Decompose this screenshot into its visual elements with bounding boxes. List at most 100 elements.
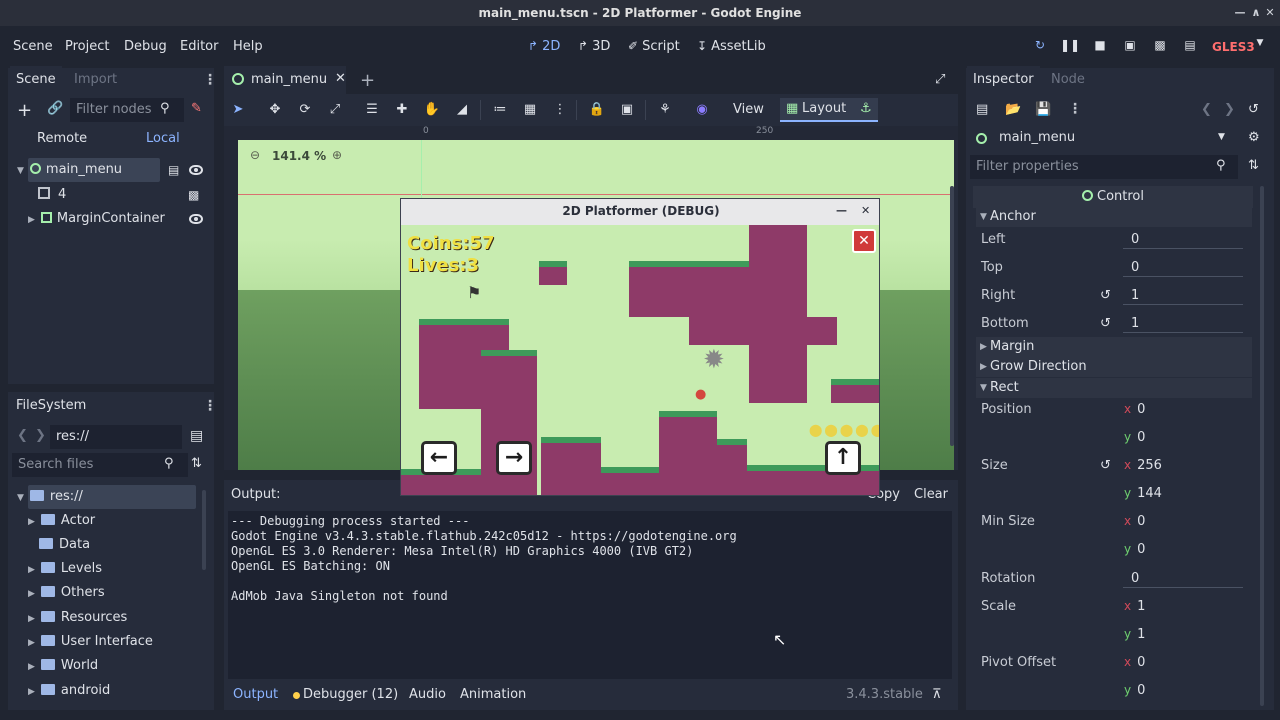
menu-scene[interactable]: Scene bbox=[13, 39, 53, 54]
expand-icon[interactable]: ▶ bbox=[28, 614, 35, 624]
back-icon[interactable]: ❮ bbox=[17, 428, 28, 443]
play-custom-icon[interactable]: ▩ bbox=[1150, 38, 1170, 56]
forward-icon[interactable]: ❯ bbox=[35, 428, 46, 443]
history-icon[interactable]: ↺ bbox=[1248, 102, 1259, 117]
zoom-level[interactable]: 141.4 % bbox=[272, 149, 326, 163]
tab-node[interactable]: Node bbox=[1045, 66, 1091, 94]
min-size-y-value[interactable]: y0 bbox=[1124, 542, 1145, 557]
expand-icon[interactable]: ▶ bbox=[28, 565, 35, 575]
lock-icon[interactable]: 🔒 bbox=[587, 100, 607, 120]
close-icon[interactable]: ✕ bbox=[335, 71, 346, 86]
expand-icon[interactable]: ▶ bbox=[28, 687, 35, 697]
clear-button[interactable]: Clear bbox=[914, 487, 948, 502]
game-debug-window[interactable]: 2D Platformer (DEBUG) — ✕ ⚑ ✹ ● ⬤⬤⬤⬤⬤ Co… bbox=[400, 198, 880, 496]
pivot-x-value[interactable]: x0 bbox=[1124, 655, 1145, 670]
add-tab-icon[interactable]: + bbox=[360, 70, 375, 91]
position-y-value[interactable]: y0 bbox=[1124, 430, 1145, 445]
tab-inspector[interactable]: Inspector bbox=[967, 66, 1040, 94]
section-grow-direction[interactable]: ▶ Grow Direction bbox=[976, 357, 1252, 377]
workspace-script-button[interactable]: ✐ Script bbox=[628, 39, 680, 54]
folder-user-interface[interactable]: ▶ User Interface bbox=[28, 630, 153, 654]
smart-snap-icon[interactable]: ≔ bbox=[490, 100, 510, 120]
split-view-icon[interactable]: ▤ bbox=[190, 428, 203, 444]
fullscreen-icon[interactable]: ⤢ bbox=[935, 72, 945, 87]
pan-tool-icon[interactable]: ✋ bbox=[422, 100, 442, 120]
visibility-icon[interactable] bbox=[189, 214, 203, 224]
dock-menu-icon[interactable]: ⋮ bbox=[203, 398, 217, 414]
workspace-3d-button[interactable]: ↱ 3D bbox=[578, 39, 610, 54]
folder-levels[interactable]: ▶ Levels bbox=[28, 557, 102, 581]
rotate-tool-icon[interactable]: ⟳ bbox=[295, 100, 315, 120]
node-main-menu[interactable]: ▼ main_menu bbox=[17, 158, 122, 182]
stop-icon[interactable]: ■ bbox=[1090, 38, 1110, 56]
expand-icon[interactable]: ▶ bbox=[28, 589, 35, 599]
sort-icon[interactable]: ⇅ bbox=[191, 456, 202, 471]
menu-debug[interactable]: Debug bbox=[124, 39, 167, 54]
open-folder-icon[interactable]: 📂 bbox=[1005, 102, 1021, 117]
scrollbar[interactable] bbox=[1260, 186, 1264, 706]
revert-icon[interactable]: ↺ bbox=[1100, 288, 1111, 303]
renderer-label[interactable]: GLES3 bbox=[1212, 40, 1255, 54]
pause-icon[interactable]: ❚❚ bbox=[1060, 38, 1080, 56]
local-button[interactable]: Local bbox=[146, 131, 180, 146]
select-tool-icon[interactable]: ➤ bbox=[228, 100, 248, 120]
camera-override-icon[interactable]: ◉ bbox=[692, 100, 712, 120]
minimize-icon[interactable]: — bbox=[836, 199, 847, 223]
node-4[interactable]: 4 bbox=[38, 183, 66, 207]
revert-icon[interactable]: ↺ bbox=[1100, 316, 1111, 331]
filter-properties-input[interactable]: Filter properties bbox=[970, 155, 1238, 179]
history-forward-icon[interactable]: ❯ bbox=[1224, 102, 1235, 117]
collapse-icon[interactable]: ▼ bbox=[17, 166, 24, 176]
workspace-2d-button[interactable]: ↱ 2D bbox=[528, 39, 560, 54]
min-size-x-value[interactable]: x0 bbox=[1124, 514, 1145, 529]
script-icon[interactable]: ▤ bbox=[168, 163, 179, 177]
group-icon[interactable]: ▣ bbox=[617, 100, 637, 120]
zoom-in-icon[interactable]: ⊕ bbox=[332, 148, 342, 162]
node-selector[interactable]: main_menu ▼ bbox=[970, 127, 1238, 151]
tab-audio[interactable]: Audio bbox=[409, 687, 446, 702]
anchor-top-value[interactable]: 0 bbox=[1131, 260, 1139, 275]
scrollbar[interactable] bbox=[950, 186, 954, 446]
ruler-tool-icon[interactable]: ◢ bbox=[452, 100, 472, 120]
add-node-icon[interactable]: + bbox=[17, 100, 32, 121]
close-icon[interactable]: ✕ bbox=[861, 199, 870, 223]
signal-icon[interactable]: ▩ bbox=[188, 188, 199, 202]
folder-world[interactable]: ▶ World bbox=[28, 654, 98, 678]
play-scene-icon[interactable]: ▣ bbox=[1120, 38, 1140, 56]
anchor-bottom-value[interactable]: 1 bbox=[1131, 316, 1139, 331]
movie-icon[interactable]: ▤ bbox=[1180, 38, 1200, 56]
tab-filesystem[interactable]: FileSystem bbox=[10, 392, 93, 420]
new-resource-icon[interactable]: ▤ bbox=[976, 102, 988, 117]
remote-button[interactable]: Remote bbox=[37, 131, 87, 146]
pivot-icon[interactable]: ✚ bbox=[392, 100, 412, 120]
tab-debugger[interactable]: Debugger (12) bbox=[303, 687, 398, 702]
scale-tool-icon[interactable]: ⤢ bbox=[325, 100, 345, 120]
section-anchor[interactable]: ▼ Anchor bbox=[976, 207, 1252, 227]
close-icon[interactable]: ✕ bbox=[1261, 0, 1279, 26]
scrollbar[interactable] bbox=[202, 490, 206, 570]
expand-panel-icon[interactable]: ⊼ bbox=[932, 687, 942, 702]
size-x-value[interactable]: x 256 bbox=[1124, 458, 1162, 473]
node-margin-container[interactable]: ▶ MarginContainer bbox=[28, 207, 165, 231]
game-canvas[interactable]: ⚑ ✹ ● ⬤⬤⬤⬤⬤ Coins:57 Lives:3 ✕ ← → ↑ bbox=[401, 225, 879, 495]
path-field[interactable]: res:// bbox=[50, 425, 182, 449]
tab-import[interactable]: Import bbox=[68, 66, 123, 94]
slider-track[interactable] bbox=[1123, 276, 1243, 277]
view-menu[interactable]: View bbox=[733, 102, 764, 117]
bone-icon[interactable]: ⚘ bbox=[655, 100, 675, 120]
position-x-value[interactable]: x0 bbox=[1124, 402, 1145, 417]
jump-button[interactable]: ↑ bbox=[825, 441, 861, 475]
move-tool-icon[interactable]: ✥ bbox=[265, 100, 285, 120]
reload-icon[interactable]: ↻ bbox=[1030, 38, 1050, 56]
search-files-input[interactable]: Search files bbox=[12, 453, 188, 477]
pivot-y-value[interactable]: y0 bbox=[1124, 683, 1145, 698]
list-select-icon[interactable]: ☰ bbox=[362, 100, 382, 120]
slider-track[interactable] bbox=[1123, 304, 1243, 305]
section-margin[interactable]: ▶ Margin bbox=[976, 337, 1252, 357]
menu-editor[interactable]: Editor bbox=[180, 39, 218, 54]
tab-animation[interactable]: Animation bbox=[460, 687, 526, 702]
object-properties-icon[interactable]: ⚙ bbox=[1248, 130, 1260, 145]
slider-track[interactable] bbox=[1123, 587, 1243, 588]
expand-icon[interactable]: ▶ bbox=[28, 638, 35, 648]
history-back-icon[interactable]: ❮ bbox=[1201, 102, 1212, 117]
